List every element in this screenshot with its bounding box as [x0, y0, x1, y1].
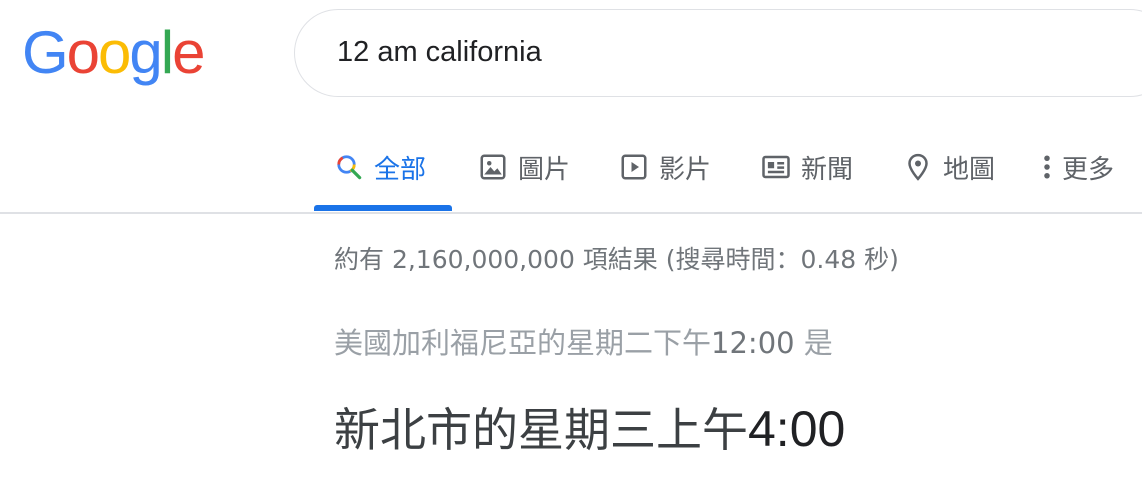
header-divider — [0, 212, 1142, 214]
tab-label: 更多 — [1062, 154, 1115, 185]
tab-images[interactable]: 圖片 — [478, 147, 570, 187]
tab-label: 圖片 — [518, 154, 571, 185]
search-icon — [337, 155, 362, 180]
active-tab-indicator — [314, 205, 452, 211]
logo-letter: G — [22, 19, 69, 86]
tab-videos[interactable]: 影片 — [619, 147, 711, 187]
tab-label: 全部 — [374, 154, 427, 185]
google-logo[interactable]: G o o g l e — [22, 18, 206, 88]
logo-letter: g — [129, 19, 162, 86]
tab-label: 影片 — [659, 154, 712, 185]
logo-letter: e — [172, 19, 205, 86]
result-prefix: 新北市的星期三上午 — [334, 403, 748, 457]
image-icon — [480, 154, 506, 180]
result-stats: 約有 2,160,000,000 項結果 (搜尋時間：0.48 秒) — [334, 245, 899, 274]
more-vert-icon — [1044, 155, 1050, 179]
time-conversion-result: 新北市的星期三上午4:00 — [334, 394, 845, 460]
tab-more[interactable]: 更多 — [1042, 147, 1114, 187]
tab-all[interactable]: 全部 — [334, 147, 426, 187]
logo-letter: l — [160, 19, 174, 86]
search-input[interactable] — [337, 34, 1037, 70]
result-time: 4:00 — [748, 401, 846, 457]
map-pin-icon — [908, 153, 928, 181]
source-suffix: 是 — [794, 326, 833, 360]
logo-letter: o — [66, 19, 100, 86]
tab-maps[interactable]: 地圖 — [903, 147, 995, 187]
time-conversion-source: 美國加利福尼亞的星期二下午12:00 是 — [334, 320, 833, 362]
search-tabs: 全部 圖片 影片 新聞 地圖 更多 — [0, 130, 1142, 212]
search-box[interactable] — [294, 9, 1142, 97]
tab-label: 新聞 — [801, 154, 854, 185]
logo-letter: o — [98, 19, 131, 86]
source-prefix: 美國加利福尼亞的星期二下午 — [334, 326, 712, 360]
video-icon — [621, 154, 647, 180]
news-icon — [762, 155, 790, 179]
source-time: 12:00 — [711, 326, 795, 360]
tab-news[interactable]: 新聞 — [761, 147, 853, 187]
tab-label: 地圖 — [943, 154, 996, 185]
